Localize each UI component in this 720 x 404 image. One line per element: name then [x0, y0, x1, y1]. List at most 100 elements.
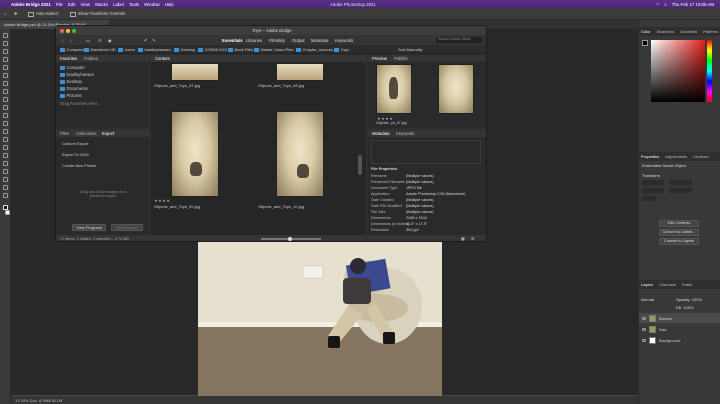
thumbnail-image[interactable]: [276, 63, 324, 81]
thumbnail-image[interactable]: [171, 111, 219, 197]
workspace-output[interactable]: Output: [292, 38, 305, 43]
zoom-tool-icon[interactable]: [3, 193, 8, 198]
thumbnail-name[interactable]: Objects_and_Toys_08.jpg: [258, 83, 304, 88]
hue-slider[interactable]: [707, 40, 712, 102]
crumb-book-files[interactable]: Book Files: [228, 47, 253, 52]
crumb-user[interactable]: bradleyhansen: [138, 47, 171, 52]
menu-stacks[interactable]: Stacks: [95, 2, 108, 7]
eraser-tool-icon[interactable]: [3, 121, 8, 126]
tab-channels[interactable]: Channels: [659, 282, 676, 287]
quick-select-tool-icon[interactable]: [3, 57, 8, 62]
thumbnail-image[interactable]: [171, 63, 219, 81]
fg-swatch[interactable]: [642, 40, 648, 46]
search-field[interactable]: Search Adobe Stock: [436, 37, 482, 43]
tab-gradients[interactable]: Gradients: [680, 29, 697, 34]
tab-keywords[interactable]: Keywords: [396, 131, 414, 136]
w-field[interactable]: [642, 180, 664, 185]
thumbnail-name[interactable]: Objects_and_Toys_07.jpg: [154, 83, 200, 88]
scrollbar-thumb[interactable]: [358, 155, 362, 175]
menu-view[interactable]: View: [80, 2, 89, 7]
export-custom[interactable]: Custom Export: [62, 141, 88, 146]
document-image[interactable]: [198, 236, 442, 400]
workspace-filmstrip[interactable]: Filmstrip: [269, 38, 285, 43]
menu-edit[interactable]: Edit: [68, 2, 76, 7]
history-brush-tool-icon[interactable]: [3, 113, 8, 118]
edit-contents-button[interactable]: Edit Contents: [659, 220, 699, 227]
menu-window[interactable]: Window: [144, 2, 160, 7]
h-field[interactable]: [670, 180, 692, 185]
move-tool-icon[interactable]: ✥: [14, 11, 18, 16]
tab-swatches[interactable]: Swatches: [657, 29, 674, 34]
tab-properties[interactable]: Properties: [641, 154, 659, 159]
view-list-icon[interactable]: ☰: [471, 236, 475, 241]
move-tool-icon[interactable]: [3, 33, 8, 38]
blend-mode-select[interactable]: Normal: [641, 297, 654, 302]
search-icon[interactable]: ⌕: [664, 2, 666, 8]
brush-tool-icon[interactable]: [3, 97, 8, 102]
crop-tool-icon[interactable]: [3, 65, 8, 70]
tab-collections[interactable]: Collections: [76, 131, 96, 136]
eye-icon[interactable]: [642, 338, 646, 342]
rating-stars[interactable]: ★★★★: [154, 198, 170, 203]
fill-field[interactable]: Fill: 100%: [676, 305, 694, 310]
view-grid-icon[interactable]: ▦: [461, 236, 465, 241]
auto-select-checkbox[interactable]: [28, 11, 34, 17]
thumbnail-name[interactable]: Objects_and_Toys_10.jpg: [258, 204, 304, 209]
gradient-tool-icon[interactable]: [3, 129, 8, 134]
recent-folder-icon[interactable]: ▭: [86, 38, 90, 43]
menu-help[interactable]: Help: [165, 2, 174, 7]
crumb-course[interactable]: CIS368 W22: [198, 47, 227, 52]
tab-layers[interactable]: Layers: [641, 282, 653, 287]
workspace-libraries[interactable]: Libraries: [246, 38, 262, 43]
transform-controls-checkbox[interactable]: [70, 11, 76, 17]
layer-row[interactable]: Dad: [639, 324, 720, 334]
thumbnail-image[interactable]: [276, 111, 324, 197]
y-field[interactable]: [670, 188, 692, 193]
shape-tool-icon[interactable]: [3, 177, 8, 182]
zoom-icon[interactable]: [72, 29, 76, 33]
menu-file[interactable]: File: [56, 2, 63, 7]
eyedropper-tool-icon[interactable]: [3, 81, 8, 86]
eye-icon[interactable]: [642, 327, 646, 331]
favorite-documents[interactable]: Documents: [60, 86, 88, 91]
rotate-left-icon[interactable]: ↶: [144, 38, 148, 43]
minimize-icon[interactable]: [66, 29, 70, 33]
angle-field[interactable]: [642, 196, 656, 201]
workspace-keywords[interactable]: Keywords: [335, 38, 353, 43]
layer-row[interactable]: Background: [639, 335, 720, 345]
type-tool-icon[interactable]: [3, 161, 8, 166]
lasso-tool-icon[interactable]: [3, 49, 8, 54]
crumb-master-class[interactable]: Master Class Files: [254, 47, 293, 52]
crumb-toys[interactable]: Toys: [334, 47, 349, 52]
stamp-tool-icon[interactable]: [3, 105, 8, 110]
tab-metadata[interactable]: Metadata: [372, 131, 389, 136]
favorite-computer[interactable]: Computer: [60, 65, 85, 70]
convert-layers-button[interactable]: Convert to Layers: [659, 238, 699, 245]
preview-image-2[interactable]: [438, 64, 474, 114]
tab-content[interactable]: Content: [155, 56, 170, 61]
tab-preview[interactable]: Preview: [372, 56, 387, 61]
tab-export[interactable]: Export: [102, 131, 114, 136]
crumb-chapter[interactable]: Chapter_sources: [296, 47, 333, 52]
slider-handle[interactable]: [288, 236, 292, 241]
start-export-button[interactable]: Start Export: [111, 224, 143, 231]
background-color-icon[interactable]: [5, 210, 10, 215]
tab-adjustments[interactable]: Adjustments: [665, 154, 687, 159]
tab-folders[interactable]: Folders: [84, 56, 98, 61]
menu-app-name[interactable]: Adobe Bridge 2021: [11, 2, 51, 7]
crumb-desktop[interactable]: Desktop: [174, 47, 195, 52]
pen-tool-icon[interactable]: [3, 153, 8, 158]
home-icon[interactable]: ⌂: [4, 11, 7, 16]
close-icon[interactable]: [60, 29, 64, 33]
dodge-tool-icon[interactable]: [3, 145, 8, 150]
convert-linked-button[interactable]: Convert to Linked...: [659, 229, 699, 236]
workspace-metadata[interactable]: Metadata: [311, 38, 328, 43]
favorite-pictures[interactable]: Pictures: [60, 93, 82, 98]
tab-color[interactable]: Color: [641, 29, 651, 34]
x-field[interactable]: [642, 188, 664, 193]
blur-tool-icon[interactable]: [3, 137, 8, 142]
tab-libraries[interactable]: Libraries: [693, 154, 708, 159]
file-properties-header[interactable]: File Properties: [371, 167, 397, 171]
sort-select[interactable]: Sort Manually: [398, 47, 422, 52]
favorite-desktop[interactable]: Desktop: [60, 79, 82, 84]
